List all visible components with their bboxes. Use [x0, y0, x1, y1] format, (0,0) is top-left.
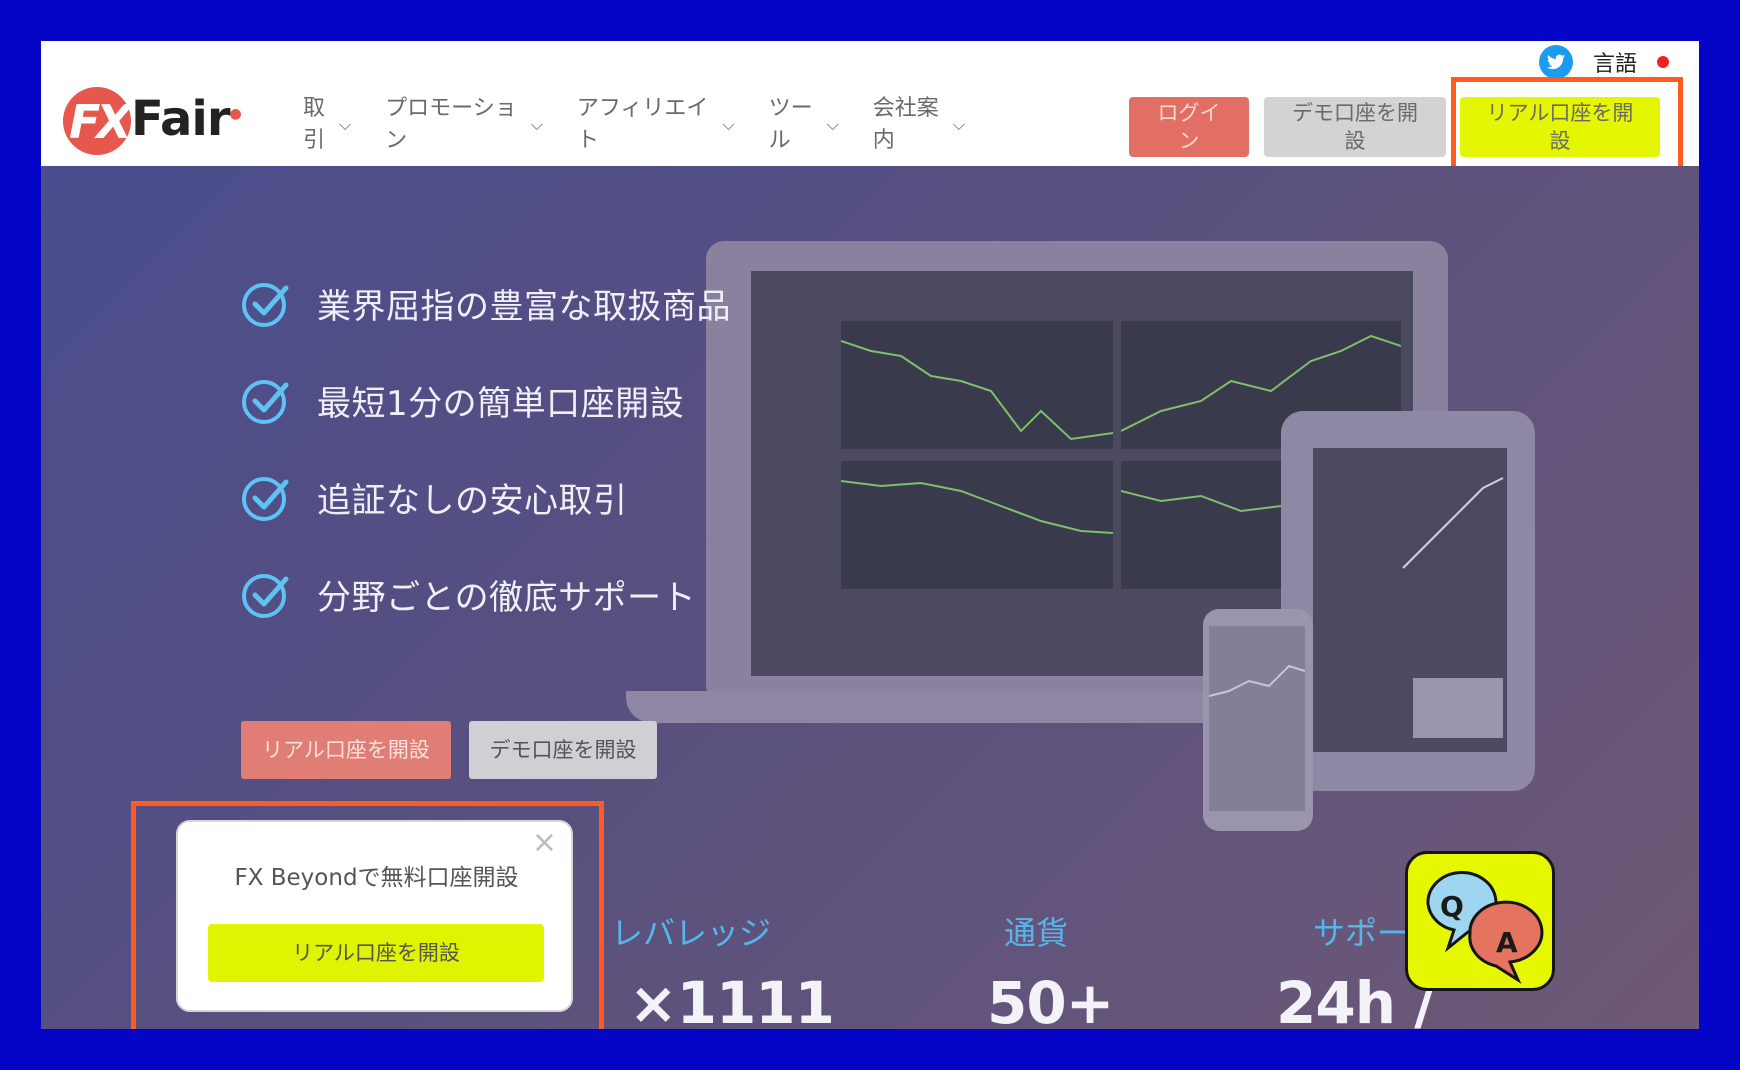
main-nav: 取 引 ⌵ プロモーショ ン ⌵ アフィリエイ ト ⌵ ツー ル ⌵ 会社案 内 ⌵: [303, 93, 999, 157]
price-chart-3: [841, 461, 1113, 589]
tablet-chart: [1402, 477, 1504, 738]
chevron-down-icon: ⌵: [826, 115, 839, 134]
stat-label-support: サポー: [1313, 914, 1410, 952]
check-circle-icon: [242, 380, 289, 424]
phone-screen: [1208, 626, 1306, 811]
nav-item-promotion[interactable]: プロモーショ ン ⌵: [385, 93, 543, 157]
check-circle-icon: [242, 574, 289, 618]
check-circle-icon: [242, 477, 289, 521]
feature-item: 分野ごとの徹底サポート: [241, 569, 696, 619]
nav-item-label: 取 引: [303, 96, 326, 153]
site-header: FX Fair● 言語 取 引 ⌵ プロモーショ ン ⌵ アフィリエイ ト ⌵ ツー …: [41, 41, 1699, 175]
language-selector[interactable]: 言語: [1593, 46, 1637, 78]
logo-mark: FX: [63, 87, 132, 155]
browser-viewport: FX Fair● 言語 取 引 ⌵ プロモーショ ン ⌵ アフィリエイ ト ⌵ ツー …: [41, 41, 1699, 1029]
feature-text: 追証なしの安心取引: [317, 480, 628, 521]
login-button[interactable]: ログイ ン: [1129, 97, 1249, 157]
hero-open-demo-account-button[interactable]: デモ口座を開設: [469, 721, 657, 779]
price-chart-1: [841, 321, 1113, 449]
chart-line-3: [841, 480, 1113, 534]
phone-chart: [1208, 664, 1306, 697]
stat-label-currency: 通貨: [1004, 914, 1069, 952]
twitter-bird-icon: [1546, 54, 1565, 70]
top-utility-bar: 言語: [1538, 45, 1669, 79]
logo-fx-text: FX: [69, 95, 132, 149]
nav-item-label: 会社案 内: [872, 96, 939, 153]
highlight-box-popup: [131, 801, 604, 1029]
qa-q-letter: Q: [1440, 890, 1464, 923]
nav-item-tools[interactable]: ツー ル ⌵: [769, 93, 839, 157]
stat-value-currency: 50+: [987, 969, 1114, 1029]
feature-text: 業界屈指の豊富な取扱商品: [317, 286, 731, 327]
nav-item-affiliate[interactable]: アフィリエイ ト ⌵: [577, 93, 735, 157]
qa-chat-button[interactable]: Q A: [1405, 851, 1555, 991]
feature-text: 最短1分の簡単口座開設: [317, 383, 685, 424]
registered-mark: ●: [229, 106, 242, 122]
stat-label-leverage: レバレッジ: [611, 914, 772, 952]
nav-item-label: ツー ル: [768, 96, 813, 153]
tablet-screen: [1313, 448, 1507, 752]
nav-item-label: アフィリエイ ト: [576, 96, 709, 153]
japan-flag-icon[interactable]: [1657, 56, 1669, 68]
qa-a-letter: A: [1496, 926, 1518, 959]
nav-item-label: プロモーショ ン: [385, 96, 517, 153]
logo-wordmark: Fair●: [131, 91, 242, 147]
nav-item-trading[interactable]: 取 引 ⌵: [303, 93, 351, 157]
check-circle-icon: [242, 283, 289, 327]
logo-name: Fair: [131, 91, 230, 147]
qa-bubbles-icon: Q A: [1426, 871, 1544, 984]
hero-open-real-account-button[interactable]: リアル口座を開設: [241, 721, 451, 779]
feature-text: 分野ごとの徹底サポート: [317, 577, 697, 618]
chart-line-1: [841, 340, 1113, 441]
feature-item: 追証なしの安心取引: [241, 472, 628, 522]
chevron-down-icon: ⌵: [722, 115, 735, 134]
feature-item: 業界屈指の豊富な取扱商品: [241, 278, 731, 328]
highlight-box-real-account: [1451, 77, 1683, 175]
nav-item-company[interactable]: 会社案 内 ⌵: [873, 93, 965, 157]
feature-item: 最短1分の簡単口座開設: [241, 375, 684, 425]
twitter-icon[interactable]: [1538, 45, 1573, 79]
chevron-down-icon: ⌵: [952, 115, 965, 134]
fxfair-logo[interactable]: FX Fair●: [63, 85, 242, 157]
chevron-down-icon: ⌵: [530, 115, 543, 134]
stat-value-leverage: ×1111: [629, 969, 835, 1029]
chevron-down-icon: ⌵: [339, 115, 352, 134]
open-demo-account-button[interactable]: デモ口座を開 設: [1264, 97, 1446, 157]
